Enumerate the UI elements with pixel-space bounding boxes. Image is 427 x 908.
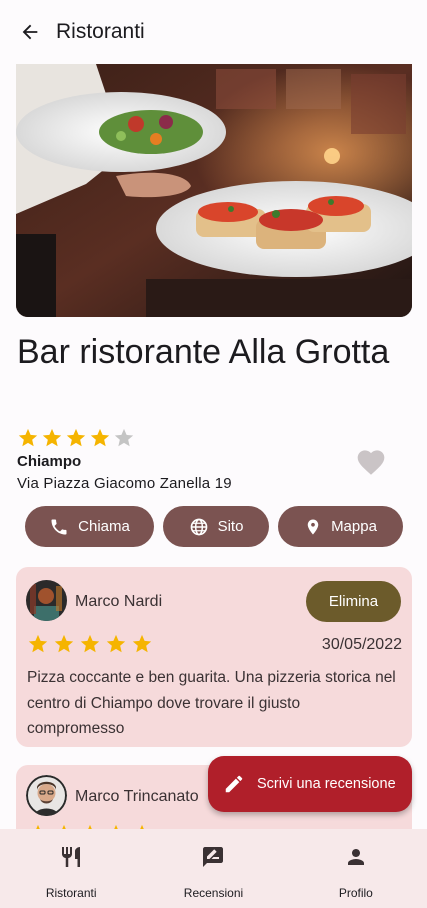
restaurant-photo (16, 64, 412, 317)
restaurant-rating (17, 427, 135, 449)
star-filled-icon (66, 428, 86, 447)
action-buttons: Chiama Sito Mappa (25, 506, 403, 547)
review-rating (27, 633, 153, 655)
fork-knife-icon (62, 847, 81, 867)
heart-icon (357, 450, 385, 475)
website-button-label: Sito (217, 518, 244, 535)
star-filled-icon (106, 634, 126, 653)
website-button[interactable]: Sito (163, 506, 269, 547)
arrow-back-icon (22, 24, 38, 40)
nav-label-profilo: Profilo (338, 886, 373, 900)
star-filled-icon (28, 634, 48, 653)
nav-item-recensioni[interactable]: Recensioni (142, 829, 284, 908)
star-filled-icon (90, 428, 110, 447)
review-text: Pizza coccante e ben guarita. Una pizzer… (27, 669, 396, 737)
back-button[interactable] (16, 18, 44, 46)
favorite-button[interactable] (355, 446, 387, 476)
star-empty-icon (114, 428, 134, 447)
nav-label-recensioni: Recensioni (183, 886, 244, 900)
star-filled-icon (18, 428, 38, 447)
map-button[interactable]: Mappa (278, 506, 403, 547)
map-pin-icon (307, 519, 319, 534)
star-filled-icon (42, 428, 62, 447)
pencil-icon (225, 775, 243, 793)
top-app-bar: Ristoranti (0, 0, 427, 64)
globe-icon (190, 518, 207, 535)
nav-item-profilo[interactable]: Profilo (285, 829, 427, 908)
review-date: 30/05/2022 (321, 636, 402, 653)
write-review-fab[interactable]: Scrivi una recensione (208, 756, 412, 812)
star-filled-icon (132, 634, 152, 653)
nav-label-ristoranti: Ristoranti (45, 886, 97, 900)
phone-icon (51, 519, 67, 534)
avatar (26, 775, 67, 816)
delete-review-button[interactable]: Elimina (306, 581, 401, 622)
nav-item-ristoranti[interactable]: Ristoranti (0, 829, 142, 908)
map-button-label: Mappa (331, 518, 377, 535)
restaurant-city: Chiampo (17, 453, 82, 470)
reviewer-name: Marco Trincanato (75, 788, 199, 805)
write-review-label: Scrivi una recensione (257, 776, 396, 792)
star-filled-icon (54, 634, 74, 653)
reviewer-name: Marco Nardi (75, 593, 163, 610)
avatar (26, 580, 67, 621)
page-title: Ristoranti (56, 20, 145, 43)
star-filled-icon (80, 634, 100, 653)
review-card: Marco Nardi Elimina 30/05/2022 Pizza coc… (16, 567, 412, 747)
restaurant-address: Via Piazza Giacomo Zanella 19 (17, 475, 232, 492)
restaurant-name: Bar ristorante Alla Grotta (17, 333, 390, 371)
person-icon (347, 849, 364, 865)
call-button-label: Chiama (78, 518, 130, 535)
call-button[interactable]: Chiama (25, 506, 154, 547)
bottom-navigation: Ristoranti Recensioni Profilo (0, 829, 427, 908)
rate-review-icon (203, 847, 224, 867)
